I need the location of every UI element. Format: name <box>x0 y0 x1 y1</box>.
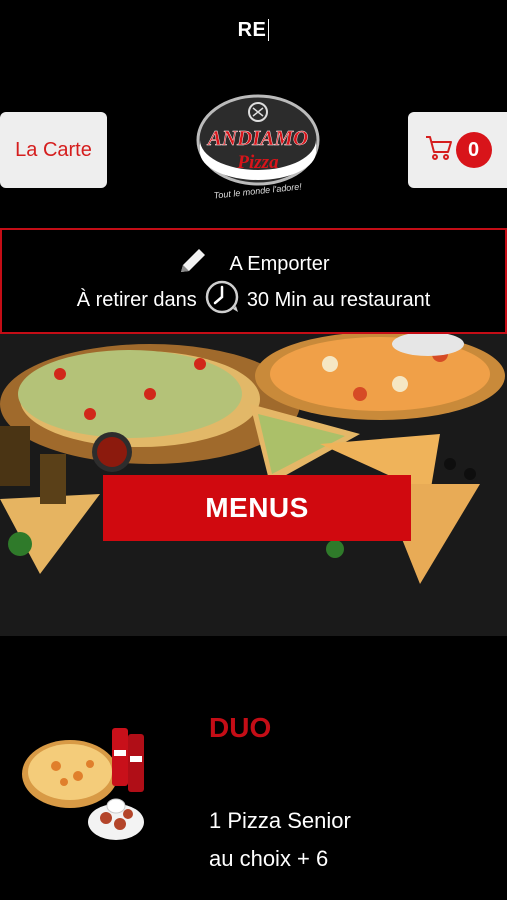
la-carte-label: La Carte <box>15 138 92 161</box>
andiamo-pizza-logo[interactable]: ANDIAMO Pizza Tout le monde l'adore! <box>196 90 320 202</box>
product-description-line2: au choix + 6 <box>209 846 329 871</box>
clock-icon <box>203 279 241 321</box>
status-text: RE <box>237 18 267 41</box>
order-mode-label: A Emporter <box>229 252 330 275</box>
duo-product-image <box>20 726 150 841</box>
pickup-prefix-text: À retirer dans <box>76 288 197 311</box>
menus-button[interactable]: MENUS <box>103 475 411 541</box>
cart-button[interactable]: 0 <box>408 112 507 188</box>
logo-brand-text: ANDIAMO <box>206 126 308 150</box>
text-caret <box>268 19 270 41</box>
cart-count-badge: 0 <box>455 132 492 168</box>
cart-icon <box>424 134 454 167</box>
product-title: DUO <box>209 712 272 743</box>
logo-sub-text: Pizza <box>236 152 279 173</box>
pickup-time-text: 30 Min au restaurant <box>246 288 431 311</box>
pencil-icon[interactable] <box>177 246 209 282</box>
status-bar: RE <box>0 0 507 60</box>
menus-label: MENUS <box>205 492 309 523</box>
product-description-line1: 1 Pizza Senior <box>209 808 351 833</box>
la-carte-button[interactable]: La Carte <box>0 112 107 188</box>
order-mode-panel[interactable]: A Emporter À retirer dans 30 Min au rest… <box>0 228 507 334</box>
product-description: 1 Pizza Senior au choix + 6 <box>209 802 469 878</box>
product-card-duo[interactable]: DUO 1 Pizza Senior au choix + 6 <box>0 690 507 900</box>
